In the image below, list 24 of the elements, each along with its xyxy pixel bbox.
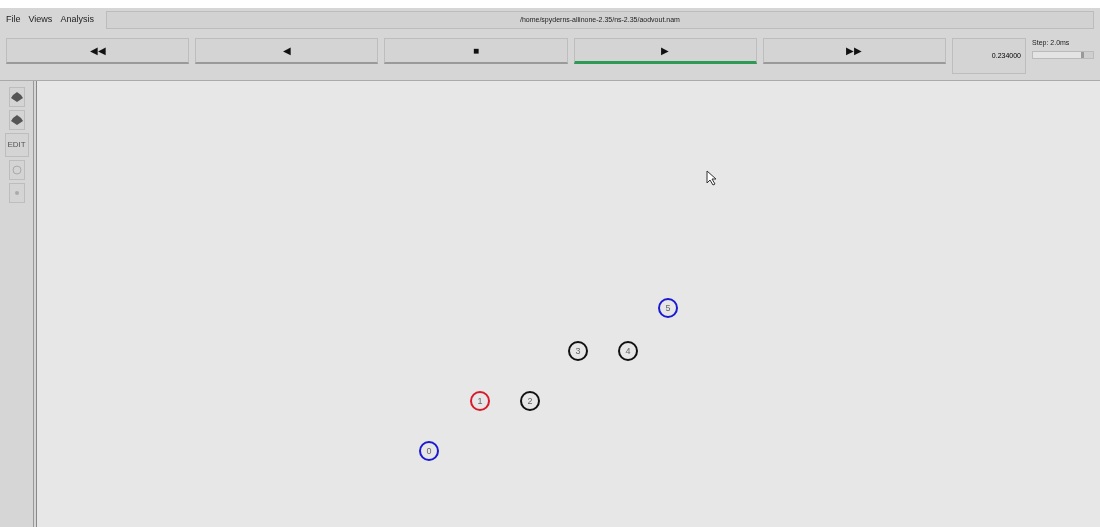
menu-item[interactable]: Analysis	[60, 13, 94, 27]
tool-button[interactable]	[8, 110, 25, 130]
playback-button[interactable]: ▶▶	[762, 38, 946, 64]
network-node[interactable]: 5	[658, 298, 678, 318]
network-node[interactable]: 4	[618, 341, 638, 361]
dot-icon	[13, 190, 20, 196]
network-node[interactable]: 2	[520, 391, 540, 411]
playback-button[interactable]: ▶	[573, 38, 757, 64]
slider-fill[interactable]	[1033, 51, 1084, 58]
playback-button[interactable]: ◀◀	[6, 38, 190, 64]
menu-item[interactable]: File	[6, 13, 21, 27]
playback-button[interactable]: ■	[384, 38, 568, 64]
shape-icon	[10, 115, 23, 125]
menu-item[interactable]: Views	[28, 13, 53, 27]
network-node[interactable]: 3	[568, 341, 588, 361]
tool-button[interactable]	[8, 87, 25, 107]
shape-icon	[10, 92, 23, 102]
circle-icon	[11, 165, 22, 175]
step-slider[interactable]	[1032, 50, 1094, 59]
network-node[interactable]: 0	[419, 441, 439, 461]
cursor-icon	[706, 170, 718, 186]
playback-button[interactable]: ◀	[195, 38, 379, 64]
network-node[interactable]: 1	[470, 391, 490, 411]
edit-button[interactable]: EDIT	[4, 133, 29, 157]
